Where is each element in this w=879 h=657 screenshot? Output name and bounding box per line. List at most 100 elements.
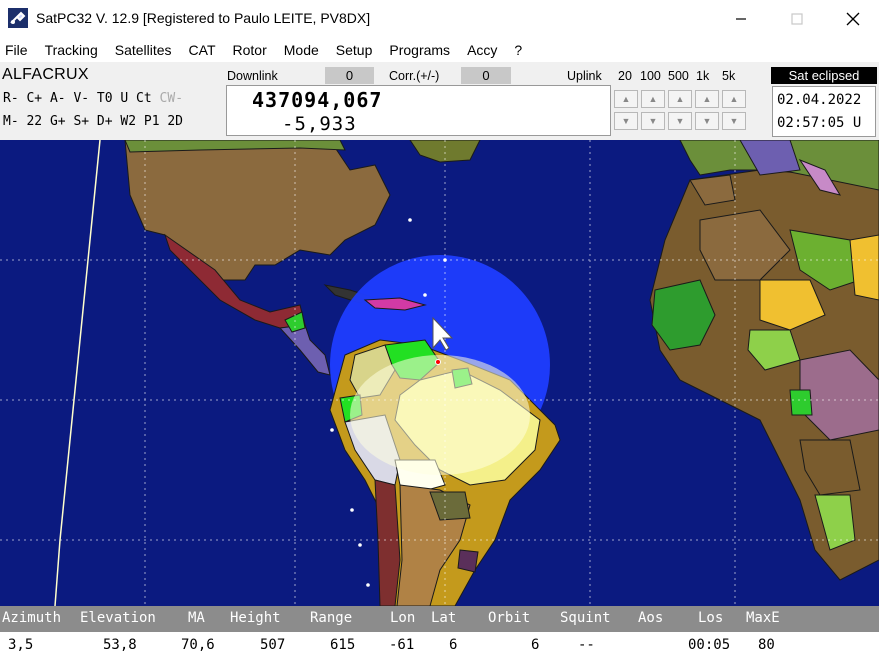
minimize-button[interactable]: [718, 6, 764, 32]
satellite-name[interactable]: ALFACRUX: [2, 66, 89, 84]
control-panel: ALFACRUX R- C+ A- V- T0 U Ct CW- M- 22 G…: [0, 62, 879, 140]
header-elevation: Elevation: [80, 610, 156, 626]
menu-tracking[interactable]: Tracking: [45, 42, 98, 58]
value-azimuth: 3,5: [8, 637, 34, 653]
header-lon: Lon: [390, 610, 416, 626]
header-lat: Lat: [431, 610, 457, 626]
uplink-label: Uplink: [567, 69, 602, 83]
value-los: 00:05: [688, 637, 731, 653]
menu-mode[interactable]: Mode: [284, 42, 319, 58]
arrow-up-icon: ▲: [648, 94, 658, 104]
uruguay-land: [457, 549, 479, 573]
step-up-5k[interactable]: ▲: [722, 90, 746, 108]
ground-station-icon: [435, 359, 441, 365]
command-cw-flag: CW-: [159, 91, 184, 106]
north-america-land: [124, 140, 391, 281]
step-up-buttons: ▲ ▲ ▲ ▲ ▲: [614, 90, 749, 108]
value-maxe: 80: [758, 637, 775, 653]
maximize-button[interactable]: [774, 6, 820, 32]
frequency-display: 437094,067 -5,933: [226, 85, 611, 136]
correction-value[interactable]: 0: [461, 67, 511, 84]
arrow-down-icon: ▼: [729, 116, 739, 126]
menu-programs[interactable]: Programs: [389, 42, 450, 58]
chile-land: [374, 479, 401, 606]
doppler-offset: -5,933: [282, 113, 357, 135]
date-value: 02.04.2022: [777, 92, 862, 108]
step-5k[interactable]: 5k: [722, 69, 735, 83]
menu-file[interactable]: File: [5, 42, 28, 58]
value-ma: 70,6: [181, 637, 215, 653]
arrow-down-icon: ▼: [621, 116, 631, 126]
minimize-icon: [736, 18, 746, 20]
step-up-1k[interactable]: ▲: [695, 90, 719, 108]
step-1k[interactable]: 1k: [696, 69, 709, 83]
time-value: 02:57:05 U: [777, 115, 862, 131]
datetime-display: 02.04.2022 02:57:05 U: [772, 86, 876, 137]
step-down-100[interactable]: ▼: [641, 112, 665, 130]
command-status-box: R- C+ A- V- T0 U Ct CW- M- 22 G+ S+ D+ W…: [0, 86, 206, 136]
header-range: Range: [310, 610, 353, 626]
frequency-value: 437094,067: [252, 88, 383, 112]
value-squint: --: [578, 637, 595, 653]
arrow-up-icon: ▲: [729, 94, 739, 104]
value-elevation: 53,8: [103, 637, 137, 653]
arrow-down-icon: ▼: [648, 116, 658, 126]
menu-satellites[interactable]: Satellites: [115, 42, 172, 58]
step-100[interactable]: 100: [640, 69, 661, 83]
step-up-500[interactable]: ▲: [668, 90, 692, 108]
step-500[interactable]: 500: [668, 69, 689, 83]
header-maxe: MaxE: [746, 610, 780, 626]
header-ma: MA: [188, 610, 205, 626]
value-lon: -61: [389, 637, 415, 653]
command-row-1[interactable]: R- C+ A- V- T0 U Ct CW-: [3, 91, 183, 106]
congo-land: [789, 389, 813, 416]
arrow-up-icon: ▲: [702, 94, 712, 104]
egypt-land: [849, 234, 879, 301]
command-flags-1: R- C+ A- V- T0 U Ct: [3, 91, 160, 106]
value-lat: 6: [449, 637, 458, 653]
menu-help[interactable]: ?: [514, 42, 522, 58]
header-los: Los: [698, 610, 724, 626]
world-map[interactable]: [0, 140, 879, 606]
step-down-500[interactable]: ▼: [668, 112, 692, 130]
footprint-center-highlight: [350, 355, 530, 475]
menu-accy[interactable]: Accy: [467, 42, 497, 58]
menu-setup[interactable]: Setup: [336, 42, 373, 58]
step-up-20[interactable]: ▲: [614, 90, 638, 108]
central-america-land: [278, 324, 331, 376]
data-table-row: 3,5 53,8 70,6 507 615 -61 6 6 -- 00:05 8…: [0, 632, 879, 657]
satellite-ground-track: [54, 140, 101, 606]
header-aos: Aos: [638, 610, 664, 626]
arrow-down-icon: ▼: [675, 116, 685, 126]
maximize-icon: [791, 13, 803, 25]
downlink-label: Downlink: [227, 69, 278, 83]
step-20[interactable]: 20: [618, 69, 632, 83]
value-orbit: 6: [531, 637, 540, 653]
menu-rotor[interactable]: Rotor: [233, 42, 267, 58]
command-row-2[interactable]: M- 22 G+ S+ D+ W2 P1 2D: [3, 114, 183, 129]
title-bar: SatPC32 V. 12.9 [Registered to Paulo LEI…: [0, 0, 879, 38]
menu-cat[interactable]: CAT: [189, 42, 216, 58]
arrow-up-icon: ▲: [675, 94, 685, 104]
satellite-app-icon: [8, 8, 28, 28]
header-orbit: Orbit: [488, 610, 531, 626]
step-up-100[interactable]: ▲: [641, 90, 665, 108]
header-azimuth: Azimuth: [2, 610, 62, 626]
map-graphic: [0, 140, 879, 606]
header-height: Height: [230, 610, 281, 626]
menu-bar: File Tracking Satellites CAT Rotor Mode …: [0, 38, 879, 62]
status-badge: Sat eclipsed: [771, 67, 877, 84]
value-height: 507: [260, 637, 286, 653]
header-squint: Squint: [560, 610, 611, 626]
step-down-20[interactable]: ▼: [614, 112, 638, 130]
step-down-5k[interactable]: ▼: [722, 112, 746, 130]
arrow-down-icon: ▼: [702, 116, 712, 126]
value-range: 615: [330, 637, 356, 653]
correction-label: Corr.(+/-): [389, 69, 440, 83]
downlink-value[interactable]: 0: [325, 67, 374, 84]
step-down-1k[interactable]: ▼: [695, 112, 719, 130]
close-icon: [846, 12, 860, 26]
close-button[interactable]: [830, 6, 876, 32]
arrow-up-icon: ▲: [621, 94, 631, 104]
step-down-buttons: ▼ ▼ ▼ ▼ ▼: [614, 112, 749, 130]
